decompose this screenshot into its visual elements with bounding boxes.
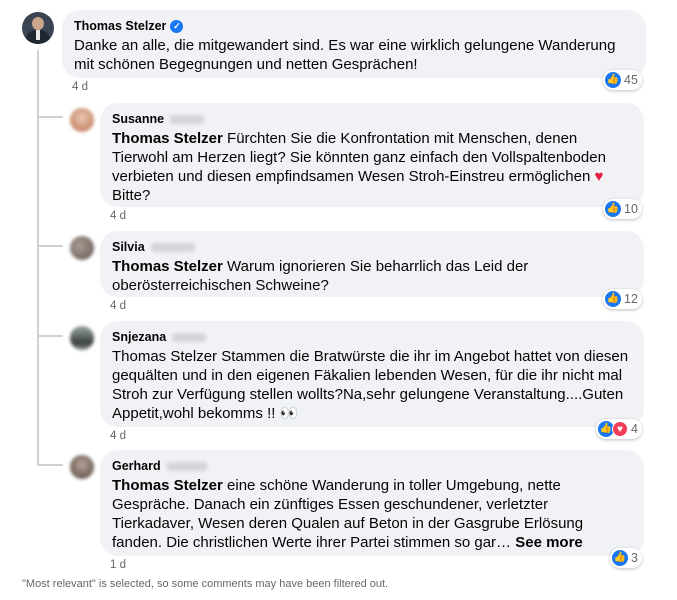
like-icon: 👍 [605, 201, 621, 217]
mention-link[interactable]: Thomas Stelzer [112, 258, 223, 275]
reaction-count: 45 [624, 73, 638, 87]
thread-branch [37, 245, 63, 247]
avatar[interactable] [22, 12, 54, 44]
reply-bubble: Silvia Thomas Stelzer Warum ignorieren S… [100, 231, 644, 297]
reply-time[interactable]: 4 d [110, 430, 126, 442]
blurred-name [170, 114, 205, 124]
see-more-link[interactable]: See more [515, 534, 583, 551]
like-icon: 👍 [605, 291, 621, 307]
comment-author[interactable]: Thomas Stelzer [74, 18, 166, 34]
thread-line [37, 50, 39, 465]
avatar[interactable] [70, 455, 94, 479]
thread-branch [37, 116, 63, 118]
comment-bubble: Thomas Stelzer ✓ Danke an alle, die mitg… [62, 10, 646, 78]
reply-text: Thomas Stelzer Warum ignorieren Sie beha… [112, 258, 529, 294]
verified-badge-icon: ✓ [170, 19, 184, 33]
heart-emoji-icon: ♥ [594, 168, 604, 185]
reply-author[interactable]: Silvia [112, 239, 145, 255]
reaction-count: 12 [624, 292, 638, 306]
reaction-summary[interactable]: 👍 3 [610, 548, 642, 568]
avatar[interactable] [70, 326, 94, 350]
reply-bubble: Snjezana Thomas Stelzer Stammen die Brat… [100, 321, 644, 427]
reply-time[interactable]: 4 d [110, 300, 126, 312]
reply-author[interactable]: Susanne [112, 111, 164, 127]
reply-time[interactable]: 4 d [110, 210, 126, 222]
reaction-summary[interactable]: 👍 45 [603, 70, 642, 90]
reaction-count: 4 [631, 422, 638, 436]
reply-author[interactable]: Gerhard [112, 458, 161, 474]
blurred-name [150, 242, 195, 252]
reaction-count: 3 [631, 551, 638, 565]
reply-text: Thomas Stelzer Fürchten Sie die Konfront… [112, 130, 606, 204]
mention-link[interactable]: Thomas Stelzer [112, 130, 223, 147]
like-icon: 👍 [605, 72, 621, 88]
blurred-name [172, 332, 207, 342]
blurred-name [166, 461, 207, 471]
thread-branch [37, 335, 63, 337]
reply-author[interactable]: Snjezana [112, 329, 166, 345]
reaction-count: 10 [624, 202, 638, 216]
like-icon: 👍 [612, 550, 628, 566]
love-icon: ♥ [612, 421, 628, 437]
avatar[interactable] [70, 108, 94, 132]
comment-time[interactable]: 4 d [72, 81, 88, 93]
mention-link[interactable]: Thomas Stelzer [112, 477, 223, 494]
filter-notice: "Most relevant" is selected, so some com… [22, 578, 389, 590]
comment-text: Danke an alle, die mitgewandert sind. Es… [74, 37, 616, 73]
reaction-summary[interactable]: 👍 ♥ 4 [596, 419, 642, 439]
thread-branch [37, 464, 63, 466]
avatar[interactable] [70, 236, 94, 260]
reply-bubble: Susanne Thomas Stelzer Fürchten Sie die … [100, 103, 644, 207]
reply-text: Thomas Stelzer eine schöne Wanderung in … [112, 477, 584, 551]
reply-text: Thomas Stelzer Stammen die Bratwürste di… [112, 348, 629, 422]
reply-time[interactable]: 1 d [110, 559, 126, 571]
reaction-summary[interactable]: 👍 10 [603, 199, 642, 219]
reply-bubble: Gerhard Thomas Stelzer eine schöne Wande… [100, 450, 644, 556]
reaction-summary[interactable]: 👍 12 [603, 289, 642, 309]
